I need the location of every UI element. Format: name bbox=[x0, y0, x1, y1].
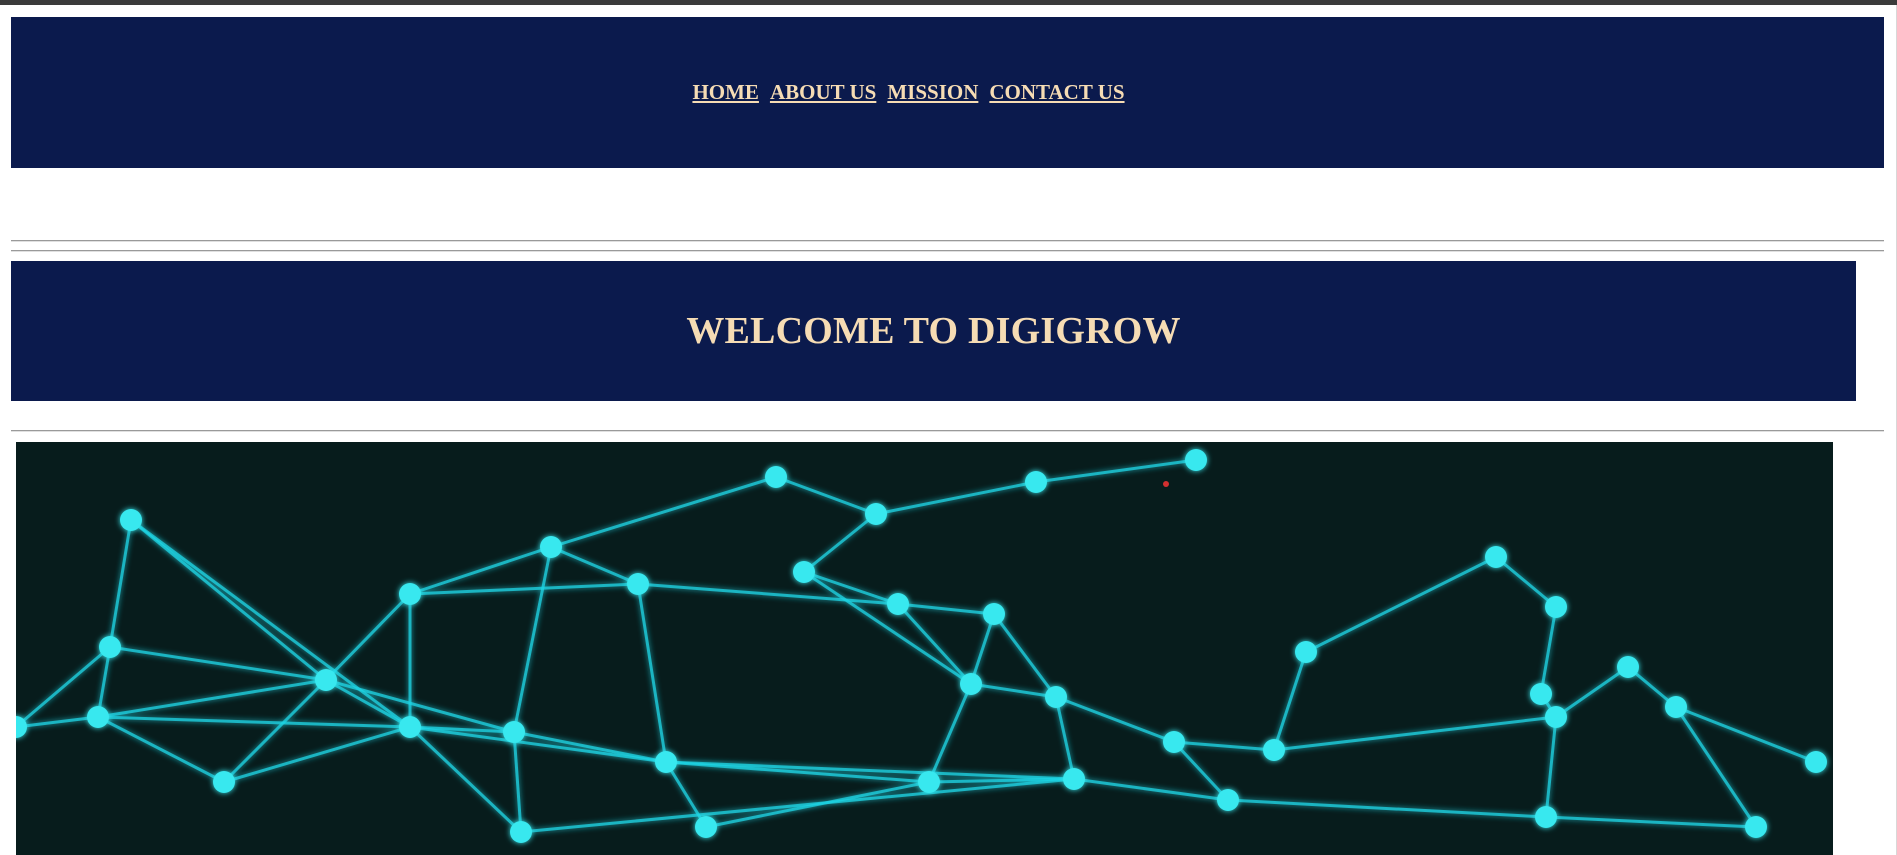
network-node bbox=[1295, 641, 1317, 663]
network-edge bbox=[875, 480, 1037, 516]
hero-network-image bbox=[16, 442, 1833, 855]
network-edge bbox=[520, 777, 1075, 834]
network-node bbox=[503, 721, 525, 743]
network-node bbox=[399, 716, 421, 738]
network-node bbox=[1045, 686, 1067, 708]
network-edge bbox=[927, 683, 973, 783]
network-node bbox=[540, 536, 562, 558]
network-edge bbox=[325, 678, 411, 729]
divider-1 bbox=[11, 240, 1884, 242]
nav-link-about-us[interactable]: ABOUT US bbox=[770, 80, 876, 105]
network-node bbox=[1485, 546, 1507, 568]
divider-3 bbox=[11, 430, 1884, 432]
network-graph-image bbox=[16, 449, 1827, 843]
nav-link-home[interactable]: HOME bbox=[692, 80, 759, 105]
network-node bbox=[315, 669, 337, 691]
welcome-banner: WELCOME TO DIGIGROW bbox=[11, 261, 1856, 401]
network-edge bbox=[1054, 696, 1076, 780]
network-edge bbox=[970, 682, 1057, 699]
main-nav: HOME ABOUT US MISSION CONTACT US bbox=[692, 80, 1124, 105]
network-node bbox=[1535, 806, 1557, 828]
network-edge bbox=[636, 583, 668, 763]
network-node bbox=[87, 706, 109, 728]
network-node bbox=[1745, 816, 1767, 838]
browser-top-edge bbox=[0, 0, 1897, 5]
nav-link-contact-us[interactable]: CONTACT US bbox=[989, 80, 1124, 105]
network-edge bbox=[1227, 798, 1547, 819]
network-node bbox=[865, 503, 887, 525]
network-edge bbox=[1273, 715, 1557, 752]
network-node bbox=[399, 583, 421, 605]
network-node bbox=[627, 573, 649, 595]
network-edge bbox=[1272, 651, 1308, 751]
network-node bbox=[510, 821, 532, 843]
network-node bbox=[1805, 751, 1827, 773]
network-edge bbox=[969, 613, 996, 685]
network-node bbox=[793, 561, 815, 583]
network-edge bbox=[1495, 555, 1557, 609]
network-edge bbox=[1674, 706, 1758, 828]
network-node bbox=[765, 466, 787, 488]
network-edge bbox=[803, 570, 972, 686]
network-node bbox=[1617, 656, 1639, 678]
network-edge bbox=[409, 582, 639, 596]
network-node bbox=[1545, 596, 1567, 618]
network-edge bbox=[1545, 815, 1757, 829]
red-dot bbox=[1163, 481, 1169, 487]
divider-2 bbox=[11, 250, 1884, 252]
network-node bbox=[1665, 696, 1687, 718]
network-node bbox=[1063, 768, 1085, 790]
network-node bbox=[1163, 731, 1185, 753]
network-edge bbox=[97, 715, 225, 784]
network-edge bbox=[97, 715, 411, 729]
network-edge bbox=[1073, 777, 1229, 802]
network-node bbox=[99, 636, 121, 658]
network-edge bbox=[324, 592, 412, 682]
network-edge bbox=[108, 519, 133, 648]
network-edge bbox=[513, 730, 667, 764]
network-edge bbox=[1305, 555, 1497, 654]
nav-link-mission[interactable]: MISSION bbox=[887, 80, 978, 105]
network-edge bbox=[1055, 695, 1175, 744]
network-node bbox=[695, 816, 717, 838]
network-edge bbox=[550, 545, 639, 586]
network-node bbox=[1025, 471, 1047, 493]
network-node bbox=[918, 771, 940, 793]
network-edge bbox=[130, 518, 411, 729]
network-edge bbox=[409, 545, 552, 596]
network-node bbox=[655, 751, 677, 773]
network-edge bbox=[512, 731, 523, 833]
network-edge bbox=[1172, 740, 1230, 802]
network-edge bbox=[775, 475, 877, 516]
network-edge bbox=[1539, 606, 1558, 695]
network-node bbox=[1545, 706, 1567, 728]
network-edge bbox=[637, 582, 899, 606]
network-edge bbox=[409, 725, 667, 764]
network-node bbox=[120, 509, 142, 531]
network-edge bbox=[1173, 740, 1275, 752]
network-edge bbox=[992, 613, 1058, 698]
network-node bbox=[983, 603, 1005, 625]
network-edge bbox=[550, 475, 777, 549]
network-edge bbox=[408, 725, 523, 834]
network-edge bbox=[1675, 705, 1817, 764]
network-edge bbox=[897, 602, 995, 616]
nav-banner: HOME ABOUT US MISSION CONTACT US bbox=[11, 17, 1884, 168]
network-node bbox=[1530, 683, 1552, 705]
network-node bbox=[213, 771, 235, 793]
network-edge bbox=[1555, 665, 1629, 719]
network-node bbox=[960, 673, 982, 695]
network-edge bbox=[1544, 716, 1558, 818]
network-edge bbox=[803, 512, 877, 574]
network-edge bbox=[512, 546, 553, 733]
welcome-title: WELCOME TO DIGIGROW bbox=[686, 310, 1181, 352]
network-node bbox=[1263, 739, 1285, 761]
network-node bbox=[887, 593, 909, 615]
network-node bbox=[1217, 789, 1239, 811]
network-edge bbox=[97, 678, 327, 719]
network-edge bbox=[1035, 458, 1197, 484]
network-node bbox=[1185, 449, 1207, 471]
